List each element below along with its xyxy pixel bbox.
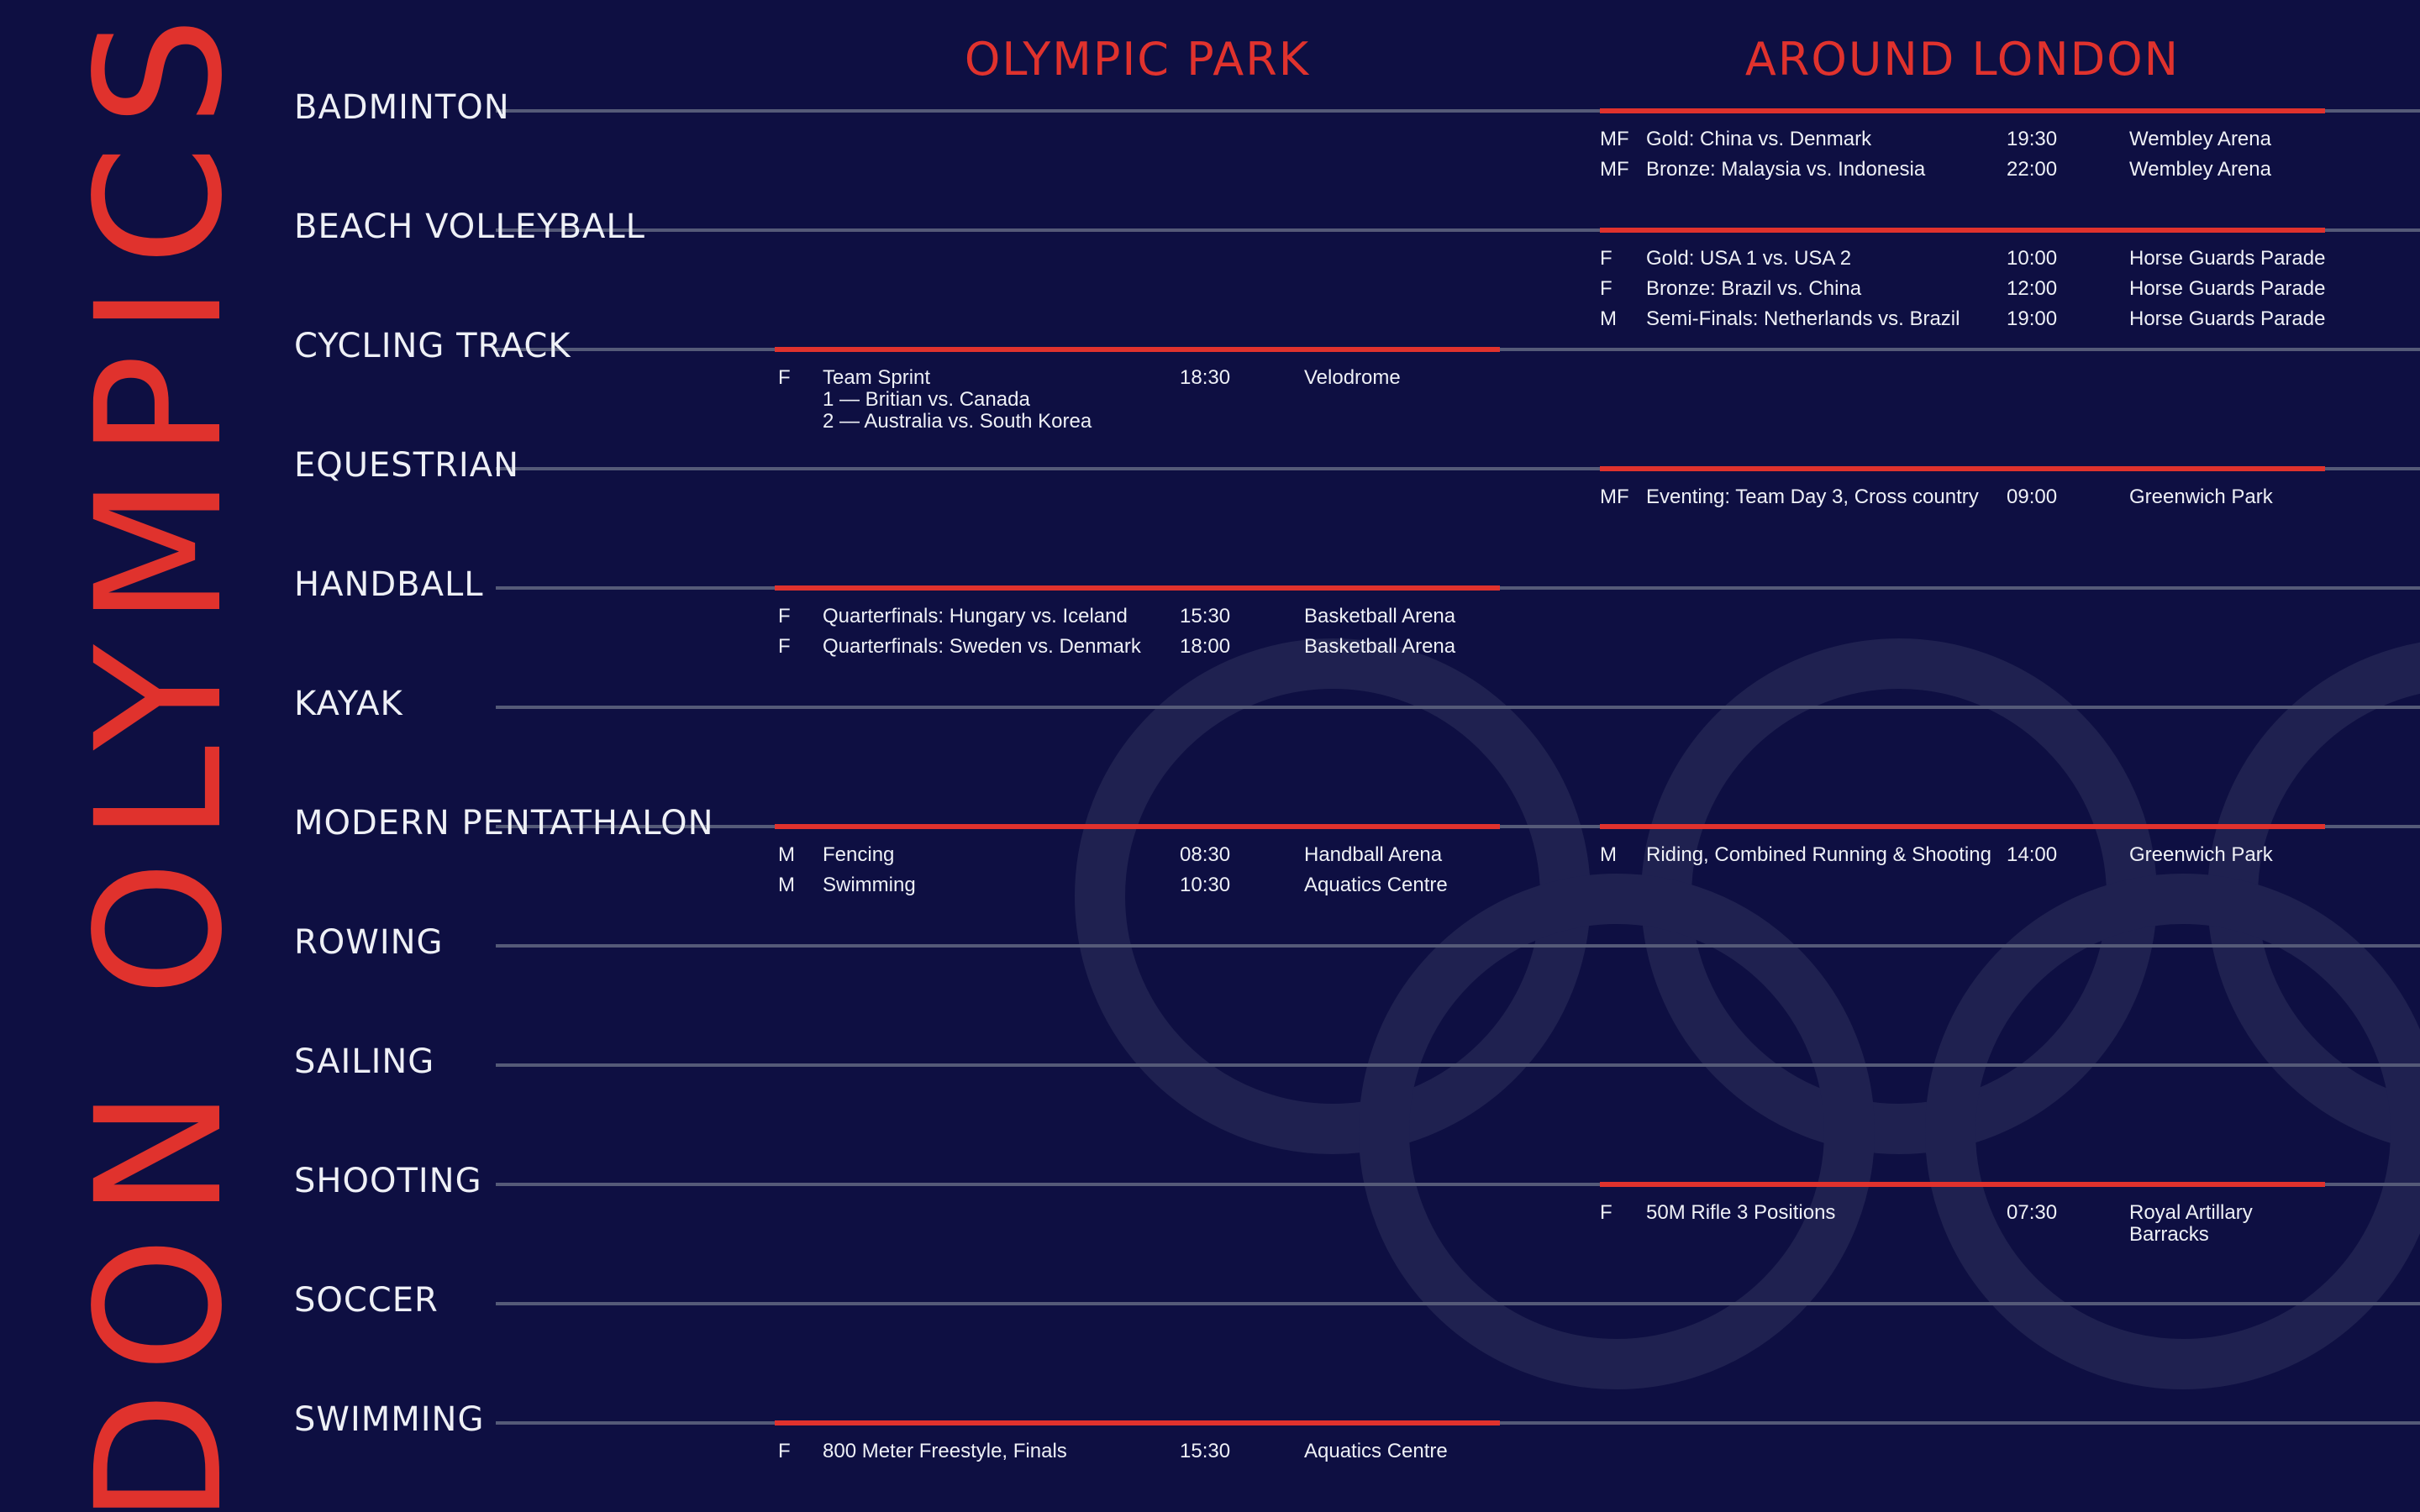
event-gender: M bbox=[778, 843, 795, 866]
event-title: Gold: USA 1 vs. USA 2 bbox=[1646, 247, 1852, 270]
event-gender: F bbox=[778, 605, 791, 627]
around-london-heading: AROUND LONDON bbox=[1744, 33, 2181, 86]
event-time: 08:30 bbox=[1180, 843, 1231, 866]
event-venue: Wembley Arena bbox=[2129, 128, 2271, 150]
sport-name: HANDBALL bbox=[294, 565, 484, 604]
event-venue: Aquatics Centre bbox=[1304, 1440, 1448, 1462]
event-time: 12:00 bbox=[2007, 277, 2058, 300]
event-venue: Greenwich Park bbox=[2129, 486, 2273, 508]
event-gender: F bbox=[778, 366, 791, 389]
event-title: Riding, Combined Running & Shooting bbox=[1646, 843, 1991, 866]
event-venue: Handball Arena bbox=[1304, 843, 1443, 866]
sport-name: SHOOTING bbox=[294, 1162, 482, 1200]
event-gender: MF bbox=[1600, 128, 1629, 150]
event-venue: Wembley Arena bbox=[2129, 158, 2271, 181]
event-gender: M bbox=[778, 874, 795, 896]
event-title: Bronze: Brazil vs. China bbox=[1646, 277, 1862, 300]
sport-name: SWIMMING bbox=[294, 1400, 485, 1439]
row-divider bbox=[496, 706, 2420, 709]
sport-row: SWIMMING F 800 Meter Freestyle, Finals 15:3… bbox=[0, 1400, 2420, 1512]
sport-name: BEACH VOLLEYBALL bbox=[294, 207, 645, 246]
olympic-park-heading: OLYMPIC PARK bbox=[964, 33, 1311, 86]
event-gender: MF bbox=[1600, 158, 1629, 181]
event-detail: 2 — Australia vs. South Korea bbox=[823, 410, 1092, 433]
event-title: Fencing bbox=[823, 843, 895, 866]
sport-name: EQUESTRIAN bbox=[294, 446, 520, 485]
event-venue: Aquatics Centre bbox=[1304, 874, 1448, 896]
schedule-board: DON OLYMPICS OLYMPIC PARK AROUND LONDON … bbox=[0, 0, 2420, 1512]
event-title: 50M Rifle 3 Positions bbox=[1646, 1201, 1836, 1224]
sport-name: SAILING bbox=[294, 1042, 435, 1081]
event-time: 22:00 bbox=[2007, 158, 2058, 181]
event-title: 800 Meter Freestyle, Finals bbox=[823, 1440, 1067, 1462]
event-gender: F bbox=[1600, 1201, 1612, 1224]
sport-name: KAYAK bbox=[294, 685, 403, 723]
event-venue: Horse Guards Parade bbox=[2129, 247, 2326, 270]
event-title: Team Sprint bbox=[823, 366, 931, 389]
event-time: 15:30 bbox=[1180, 1440, 1231, 1462]
sport-name: MODERN PENTATHALON bbox=[294, 804, 714, 843]
sport-name: CYCLING TRACK bbox=[294, 327, 571, 365]
event-time: 14:00 bbox=[2007, 843, 2058, 866]
sport-name: BADMINTON bbox=[294, 88, 510, 127]
sport-name: SOCCER bbox=[294, 1281, 439, 1320]
event-title: Gold: China vs. Denmark bbox=[1646, 128, 1872, 150]
sport-name: ROWING bbox=[294, 923, 444, 962]
event-venue: Greenwich Park bbox=[2129, 843, 2273, 866]
event-venue: Basketball Arena bbox=[1304, 635, 1456, 658]
event-gender: M bbox=[1600, 307, 1617, 330]
event-gender: F bbox=[778, 635, 791, 658]
event-title: Semi-Finals: Netherlands vs. Brazil bbox=[1646, 307, 1960, 330]
event-time: 09:00 bbox=[2007, 486, 2058, 508]
row-divider bbox=[496, 1063, 2420, 1067]
event-title: Quarterfinals: Hungary vs. Iceland bbox=[823, 605, 1128, 627]
event-title: Bronze: Malaysia vs. Indonesia bbox=[1646, 158, 1926, 181]
event-gender: F bbox=[1600, 277, 1612, 300]
event-time: 15:30 bbox=[1180, 605, 1231, 627]
event-time: 18:30 bbox=[1180, 366, 1231, 389]
event-gender: F bbox=[1600, 247, 1612, 270]
event-gender: MF bbox=[1600, 486, 1629, 508]
row-divider bbox=[496, 1302, 2420, 1305]
event-detail: Barracks bbox=[2129, 1223, 2209, 1246]
event-gender: M bbox=[1600, 843, 1617, 866]
event-venue: Basketball Arena bbox=[1304, 605, 1456, 627]
row-divider bbox=[496, 944, 2420, 948]
event-venue: Royal Artillary bbox=[2129, 1201, 2253, 1224]
event-venue: Velodrome bbox=[1304, 366, 1401, 389]
event-time: 19:00 bbox=[2007, 307, 2058, 330]
event-title: Eventing: Team Day 3, Cross country bbox=[1646, 486, 1979, 508]
event-venue: Horse Guards Parade bbox=[2129, 307, 2326, 330]
event-time: 10:00 bbox=[2007, 247, 2058, 270]
event-title: Quarterfinals: Sweden vs. Denmark bbox=[823, 635, 1141, 658]
event-gender: F bbox=[778, 1440, 791, 1462]
event-time: 10:30 bbox=[1180, 874, 1231, 896]
event-detail: 1 — Britian vs. Canada bbox=[823, 388, 1030, 411]
event-time: 18:00 bbox=[1180, 635, 1231, 658]
event-time: 07:30 bbox=[2007, 1201, 2058, 1224]
event-venue: Horse Guards Parade bbox=[2129, 277, 2326, 300]
event-title: Swimming bbox=[823, 874, 916, 896]
event-time: 19:30 bbox=[2007, 128, 2058, 150]
